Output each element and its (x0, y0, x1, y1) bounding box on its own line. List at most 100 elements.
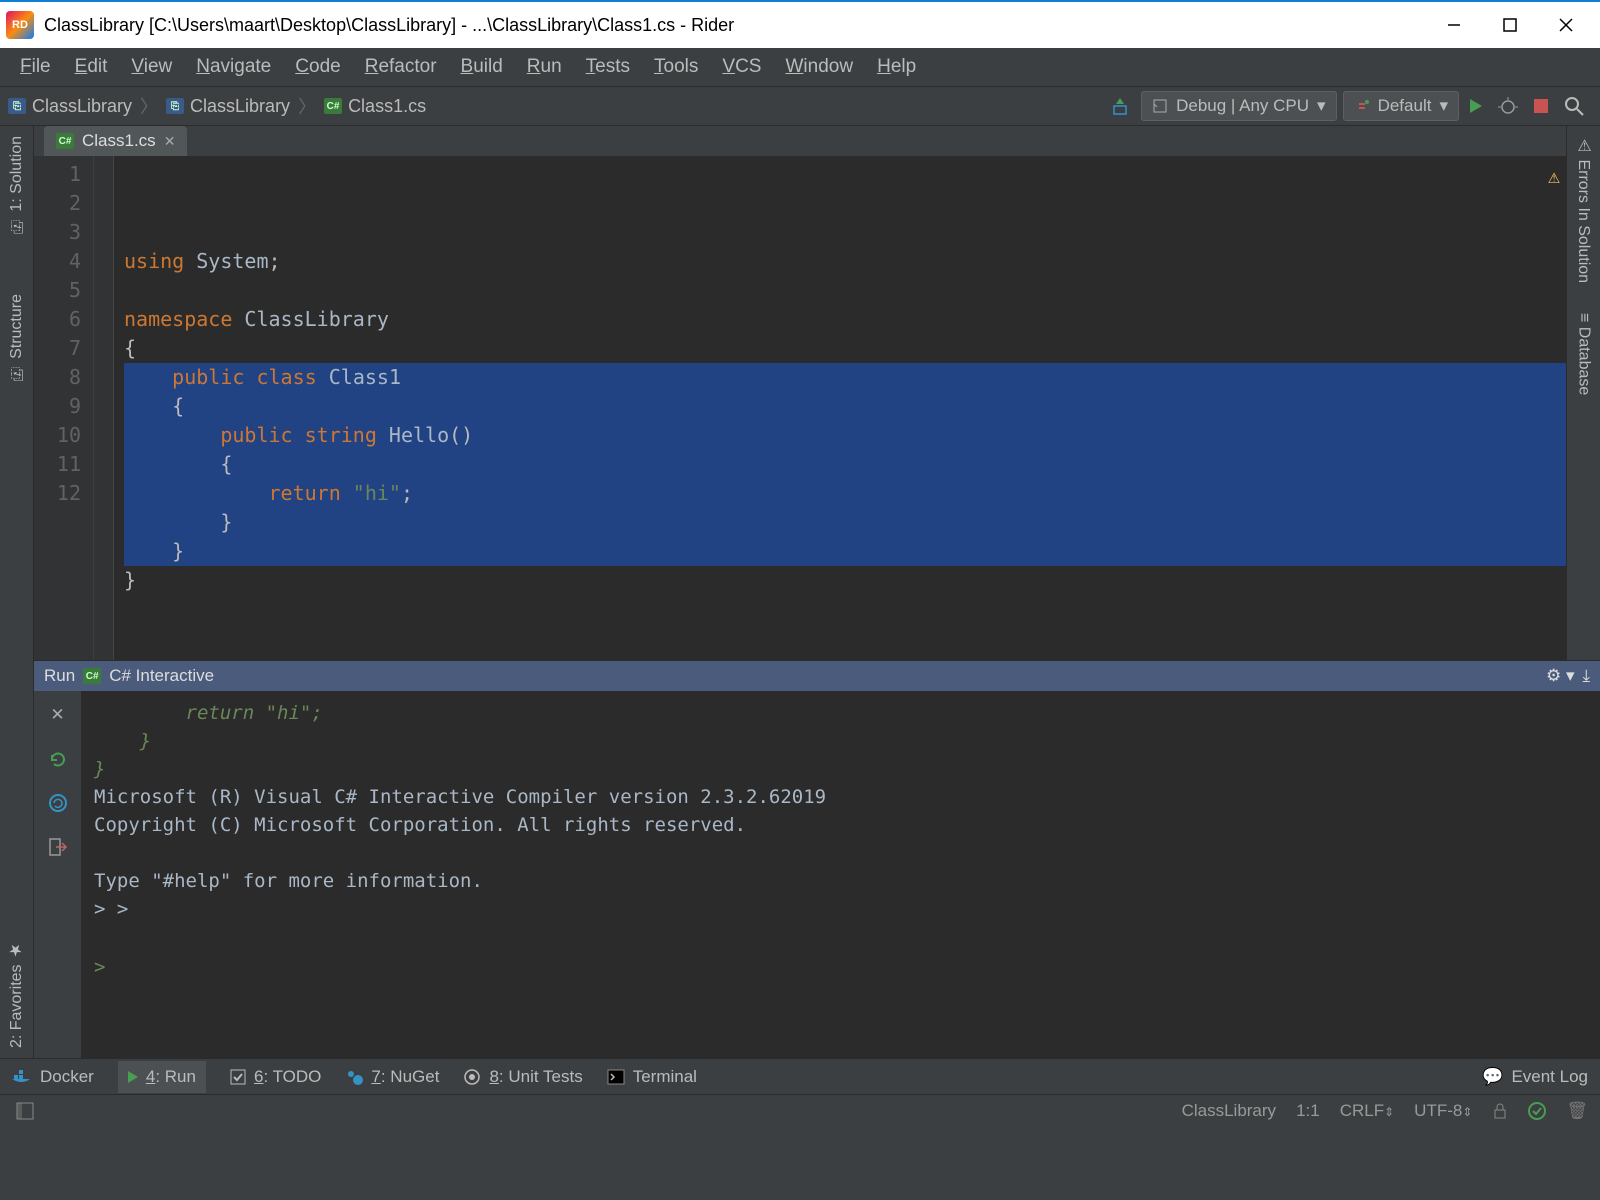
chevron-down-icon: ▾ (1439, 96, 1448, 116)
docker-icon (12, 1069, 32, 1085)
code-line[interactable]: { (124, 450, 1566, 479)
code-line[interactable]: } (124, 537, 1566, 566)
event-log-button[interactable]: 💬Event Log (1482, 1067, 1588, 1087)
csharp-icon: C# (83, 668, 101, 684)
editor-body[interactable]: 123456789101112 ⚠ using System; namespac… (34, 156, 1566, 660)
rerun-button[interactable] (44, 745, 72, 773)
folder-icon: ⎘ (8, 98, 26, 114)
editor-tab-label: Class1.cs (82, 131, 156, 151)
status-lock-icon[interactable] (1492, 1103, 1508, 1119)
reset-button[interactable] (44, 789, 72, 817)
menu-tests[interactable]: Tests (576, 52, 640, 82)
breadcrumb-item[interactable]: ⎘ClassLibrary (8, 96, 132, 117)
maximize-button[interactable] (1482, 5, 1538, 45)
breadcrumb-separator: 〉 (140, 93, 158, 119)
nuget-icon (345, 1068, 363, 1086)
menu-vcs[interactable]: VCS (712, 52, 771, 82)
tool-window-body: ✕ return "hi"; }}Microsoft (R) Visual C#… (34, 691, 1600, 1058)
status-left-icon[interactable] (16, 1102, 34, 1120)
code-line[interactable]: } (124, 566, 1566, 595)
stop-button[interactable] (1526, 95, 1556, 117)
code-area[interactable]: ⚠ using System; namespace ClassLibrary{ … (114, 156, 1566, 660)
close-button[interactable] (1538, 5, 1594, 45)
titlebar: RD ClassLibrary [C:\Users\maart\Desktop\… (0, 0, 1600, 48)
menu-build[interactable]: Build (451, 52, 513, 82)
menu-run[interactable]: Run (517, 52, 572, 82)
tw-title: C# Interactive (109, 666, 214, 686)
stop-icon (1534, 99, 1548, 113)
download-icon[interactable]: ⤓ (1582, 666, 1590, 686)
menu-file[interactable]: File (10, 52, 61, 82)
folder-icon: ⎘ (166, 98, 184, 114)
warning-icon[interactable]: ⚠ (1548, 162, 1560, 191)
reset-icon (47, 792, 69, 814)
tool-window-actions: ✕ (34, 691, 82, 1058)
left-tab----solution[interactable]: ⎘ 1: Solution (8, 136, 26, 234)
status-ok-icon[interactable] (1528, 1102, 1546, 1120)
breadcrumb-item[interactable]: ⎘ClassLibrary (166, 96, 290, 117)
build-button[interactable] (1102, 92, 1138, 120)
search-button[interactable] (1556, 92, 1592, 120)
code-line[interactable] (124, 276, 1566, 305)
status-bar: ClassLibrary 1:1 CRLF⇕ UTF-8⇕ 🗑 (0, 1094, 1600, 1126)
menu-help[interactable]: Help (867, 52, 926, 82)
menu-edit[interactable]: Edit (65, 52, 118, 82)
menu-tools[interactable]: Tools (644, 52, 708, 82)
bottom-tab----todo[interactable]: 6: TODO (230, 1067, 321, 1087)
minimize-button[interactable] (1426, 5, 1482, 45)
menu-refactor[interactable]: Refactor (355, 52, 447, 82)
run-tool-window: Run C# C# Interactive ⚙ ▾ ⤓ ✕ return "hi… (34, 660, 1600, 1058)
status-encoding[interactable]: UTF-8⇕ (1414, 1101, 1472, 1121)
code-line[interactable]: return "hi"; (124, 479, 1566, 508)
status-trash-icon[interactable]: 🗑 (1566, 1101, 1588, 1121)
menu-window[interactable]: Window (775, 52, 863, 82)
status-eol[interactable]: CRLF⇕ (1340, 1101, 1394, 1121)
csharp-file-icon: C# (56, 133, 74, 149)
todo-icon (230, 1069, 246, 1085)
code-line[interactable]: } (124, 508, 1566, 537)
code-line[interactable]: public string Hello() (124, 421, 1566, 450)
favorites-tab[interactable]: 2: Favorites ★ (7, 941, 26, 1048)
config-label: Debug | Any CPU (1176, 96, 1309, 116)
bottom-tab----unit-tests[interactable]: 8: Unit Tests (463, 1067, 582, 1087)
editor-tabs: C# Class1.cs ✕ (34, 126, 1566, 156)
right-tab-database[interactable]: ≡ Database (1575, 313, 1593, 395)
menu-view[interactable]: View (121, 52, 182, 82)
code-line[interactable]: public class Class1 (124, 363, 1566, 392)
bottom-tab-docker[interactable]: Docker (12, 1067, 94, 1087)
menu-navigate[interactable]: Navigate (186, 52, 281, 82)
run-button[interactable] (1462, 95, 1490, 117)
close-tab-button[interactable]: ✕ (164, 133, 176, 150)
right-tab-errors-in-solution[interactable]: ⚠ Errors In Solution (1574, 136, 1593, 283)
play-icon (1470, 99, 1482, 113)
chevron-down-icon: ▾ (1317, 96, 1326, 116)
left-tab-structure[interactable]: ⎘ Structure (8, 294, 26, 381)
code-line[interactable]: using System; (124, 247, 1566, 276)
exit-button[interactable] (44, 833, 72, 861)
config-dropdown[interactable]: Debug | Any CPU ▾ (1141, 91, 1336, 121)
bottom-tab----run[interactable]: 4: Run (118, 1061, 206, 1093)
csharp-file-icon: C# (324, 98, 342, 114)
bottom-tab-terminal[interactable]: Terminal (607, 1067, 697, 1087)
debug-button[interactable] (1490, 92, 1526, 120)
run-config-dropdown[interactable]: Default ▾ (1343, 91, 1459, 121)
breadcrumb-separator: 〉 (298, 93, 316, 119)
editor-area: C# Class1.cs ✕ 123456789101112 ⚠ using S… (34, 126, 1566, 660)
gear-icon[interactable]: ⚙ ▾ (1546, 666, 1575, 686)
breadcrumb-item[interactable]: C#Class1.cs (324, 96, 426, 117)
code-line[interactable]: { (124, 334, 1566, 363)
editor-tab-class1[interactable]: C# Class1.cs ✕ (44, 126, 187, 156)
code-line[interactable]: namespace ClassLibrary (124, 305, 1566, 334)
bottom-tab----nuget[interactable]: 7: NuGet (345, 1067, 439, 1087)
fold-column[interactable] (94, 156, 114, 660)
terminal-icon (607, 1069, 625, 1085)
main-area: ⎘ 1: Solution ⎘ Structure C# Class1.cs ✕ … (0, 126, 1600, 660)
code-line[interactable]: { (124, 392, 1566, 421)
console-output[interactable]: return "hi"; }}Microsoft (R) Visual C# I… (82, 691, 1600, 1058)
status-context[interactable]: ClassLibrary (1182, 1101, 1276, 1121)
tests-icon (463, 1068, 481, 1086)
rerun-icon (48, 749, 68, 769)
status-position[interactable]: 1:1 (1296, 1101, 1320, 1121)
close-tw-button[interactable]: ✕ (44, 701, 72, 729)
menu-code[interactable]: Code (285, 52, 350, 82)
